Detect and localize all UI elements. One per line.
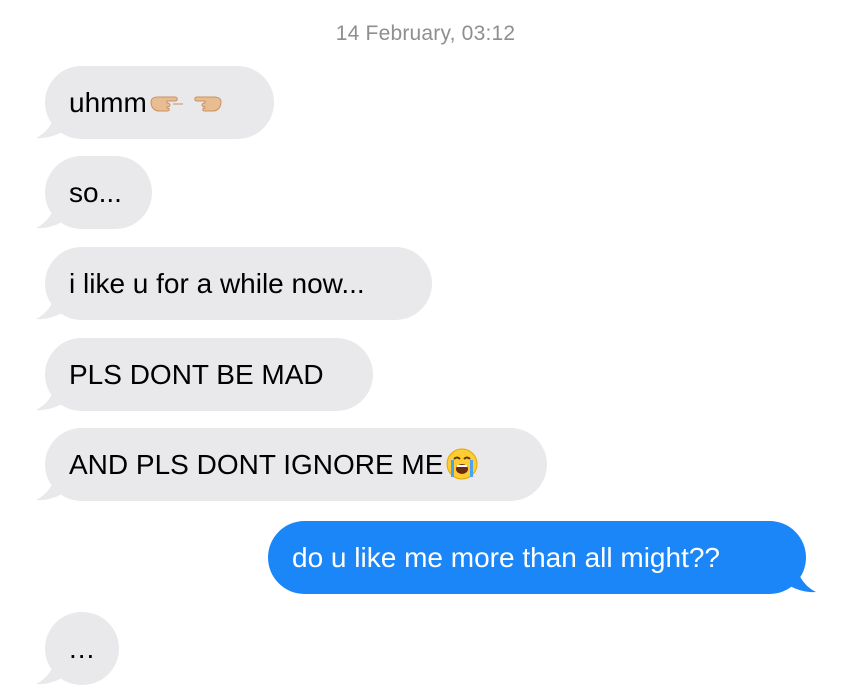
incoming-message-bubble[interactable]: PLS DONT BE MAD <box>45 338 373 411</box>
message-timestamp: 14 February, 03:12 <box>335 22 516 45</box>
message-text: ... <box>69 633 96 664</box>
message-text: AND PLS DONT IGNORE ME <box>69 449 444 480</box>
incoming-message-bubble[interactable]: ... <box>45 612 119 685</box>
incoming-message-bubble[interactable]: i like u for a while now... <box>45 247 432 320</box>
incoming-message-bubble[interactable]: so... <box>45 156 152 229</box>
pointing-right-hand-icon <box>149 91 185 119</box>
message-text: so... <box>69 177 122 208</box>
message-text: PLS DONT BE MAD <box>69 359 324 390</box>
loudly-crying-face-icon <box>445 447 479 486</box>
incoming-message-bubble[interactable]: uhmm <box>45 66 274 139</box>
pointing-left-hand-icon <box>187 91 223 119</box>
message-text: i like u for a while now... <box>69 268 365 299</box>
outgoing-bubble-tail <box>782 560 816 593</box>
incoming-message-bubble[interactable]: AND PLS DONT IGNORE ME <box>45 428 547 501</box>
message-text: do u like me more than all might?? <box>292 542 720 573</box>
message-text: uhmm <box>69 87 147 118</box>
outgoing-message-bubble[interactable]: do u like me more than all might?? <box>268 521 806 594</box>
